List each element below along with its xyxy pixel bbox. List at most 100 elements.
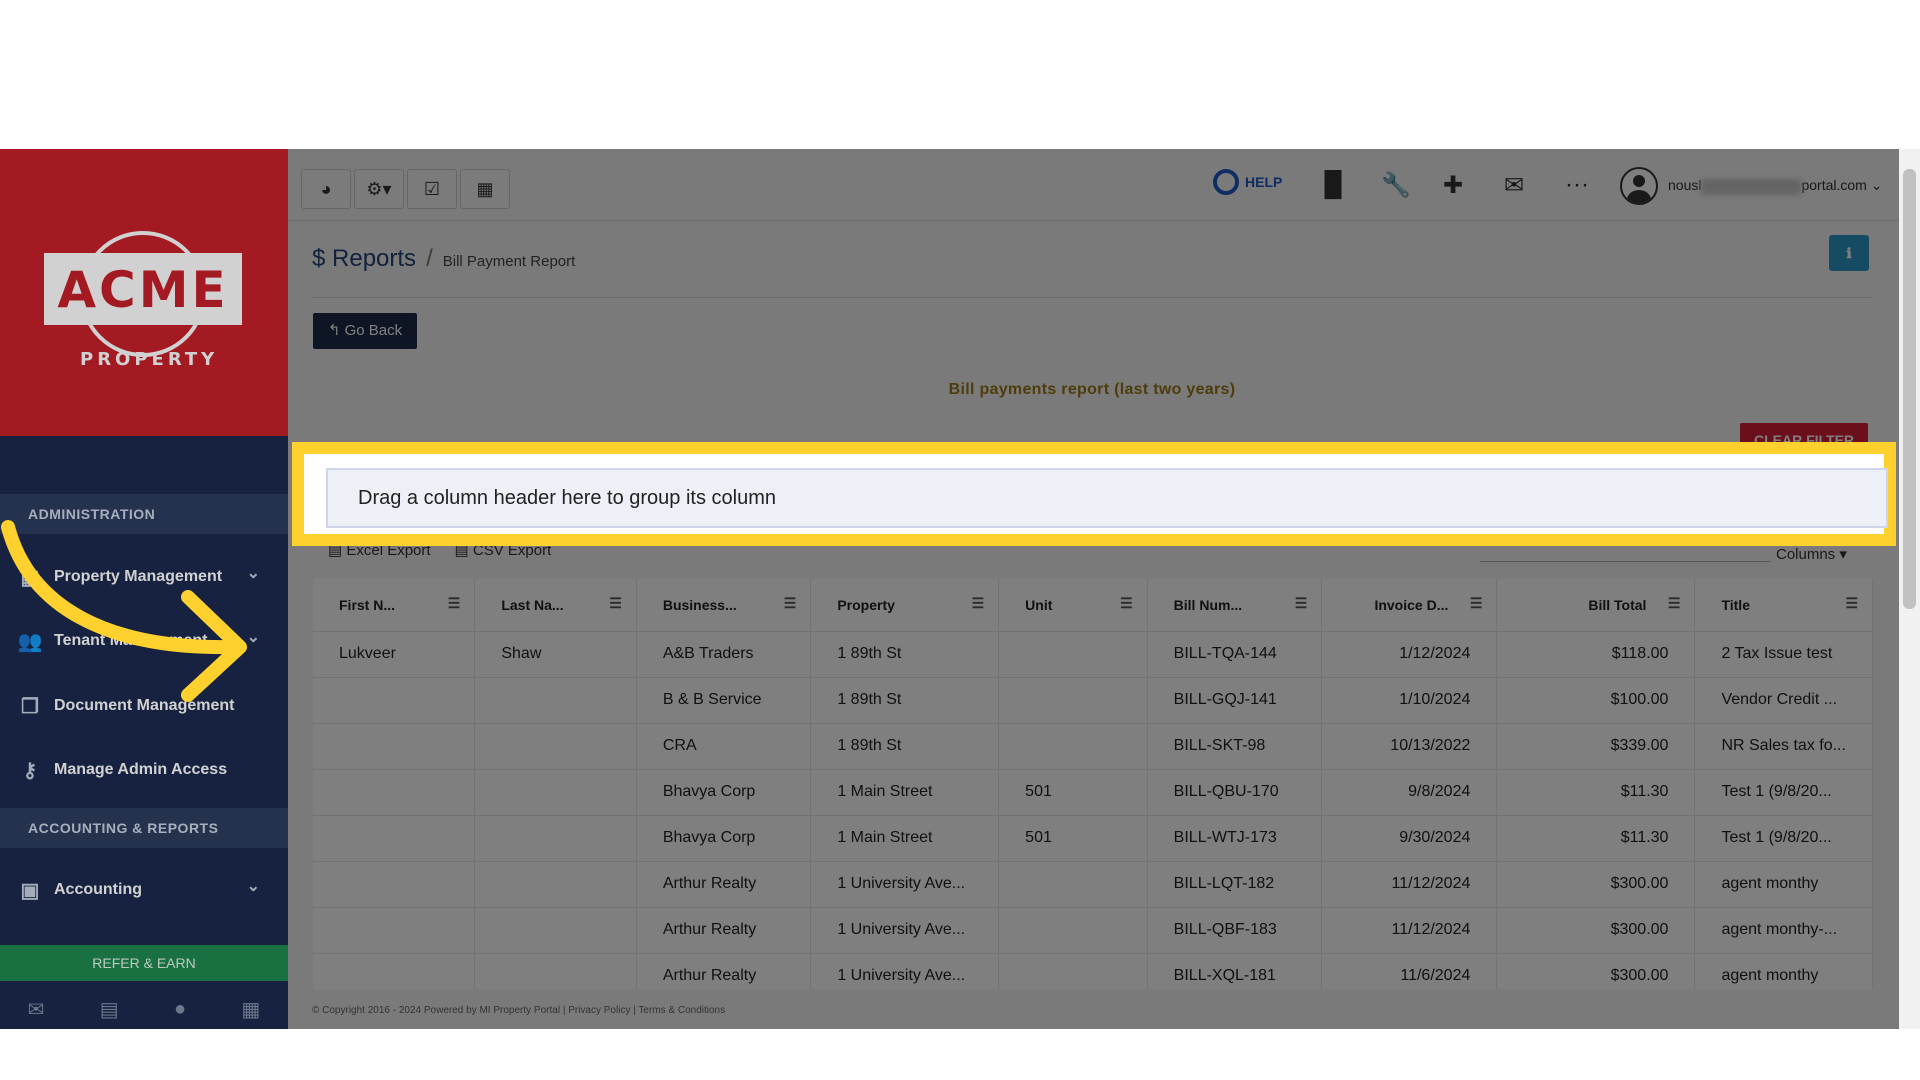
plus-icon[interactable]: ✚: [1443, 171, 1463, 200]
column-header[interactable]: Business...☰: [636, 579, 811, 631]
table-cell: $300.00: [1497, 907, 1695, 953]
column-header[interactable]: Property☰: [811, 579, 999, 631]
column-header[interactable]: Unit☰: [999, 579, 1148, 631]
table-row[interactable]: Bhavya Corp1 Main Street501BILL-QBU-1709…: [313, 769, 1873, 815]
table-cell: [999, 631, 1148, 677]
table-row[interactable]: LukveerShawA&B Traders1 89th StBILL-TQA-…: [313, 631, 1873, 677]
column-header[interactable]: Bill Num...☰: [1147, 579, 1322, 631]
table-cell: [999, 953, 1148, 989]
table-cell: Bhavya Corp: [636, 815, 811, 861]
filter-icon[interactable]: ☰: [1668, 595, 1681, 612]
table-row[interactable]: Bhavya Corp1 Main Street501BILL-WTJ-1739…: [313, 815, 1873, 861]
logo: ACME: [44, 253, 242, 325]
filter-icon[interactable]: ☰: [1845, 595, 1858, 612]
table-cell: [313, 769, 475, 815]
mail-icon[interactable]: ✉: [28, 997, 45, 1022]
table-cell: [475, 769, 636, 815]
group-panel[interactable]: Drag a column header here to group its c…: [326, 468, 1888, 528]
avatar: [1620, 167, 1658, 205]
breadcrumb: $ Reports / Bill Payment Report: [312, 245, 575, 273]
go-back-button[interactable]: ↰ Go Back: [313, 313, 417, 349]
table-cell: $100.00: [1497, 677, 1695, 723]
logo-area[interactable]: ACME PROPERTY: [0, 149, 288, 436]
column-header[interactable]: Invoice D...☰: [1322, 579, 1497, 631]
table-cell: BILL-XQL-181: [1147, 953, 1322, 989]
filter-icon[interactable]: ☰: [972, 595, 985, 612]
grid-header-row: First N...☰Last Na...☰Business...☰Proper…: [313, 579, 1873, 631]
help-label: HELP: [1245, 174, 1282, 190]
table-cell: $300.00: [1497, 953, 1695, 989]
user-menu[interactable]: nouslportal.com ⌄: [1620, 167, 1882, 205]
filter-icon[interactable]: ☰: [1295, 595, 1308, 612]
column-header[interactable]: Last Na...☰: [475, 579, 636, 631]
refer-earn-button[interactable]: REFER & EARN: [0, 945, 288, 981]
table-cell: [313, 815, 475, 861]
table-row[interactable]: CRA1 89th StBILL-SKT-9810/13/2022$339.00…: [313, 723, 1873, 769]
wrench-icon[interactable]: 🔧: [1381, 171, 1411, 200]
search-input[interactable]: [1480, 561, 1770, 562]
table-cell: [313, 723, 475, 769]
app-window: ACME PROPERTY ADMINISTRATION ▦ Property …: [0, 149, 1920, 1029]
table-cell: Arthur Realty: [636, 953, 811, 989]
gear-icon[interactable]: ⚙▾: [354, 169, 404, 209]
table-cell: 11/12/2024: [1322, 861, 1497, 907]
filter-icon[interactable]: ☰: [1120, 595, 1133, 612]
bar-chart-icon[interactable]: ▐▌: [1316, 171, 1350, 199]
mail-icon[interactable]: ✉: [1504, 171, 1524, 200]
column-header[interactable]: First N...☰: [313, 579, 475, 631]
table-row[interactable]: Arthur Realty1 University Ave...BILL-XQL…: [313, 953, 1873, 989]
table-cell: [475, 861, 636, 907]
table-cell: [313, 907, 475, 953]
columns-button[interactable]: Columns ▾: [1776, 545, 1847, 563]
breadcrumb-reports[interactable]: $ Reports: [312, 245, 416, 273]
table-cell: [475, 815, 636, 861]
sidebar-item-label: Accounting: [54, 881, 142, 899]
scrollbar-thumb[interactable]: [1903, 169, 1916, 609]
table-cell: Test 1 (9/8/20...: [1695, 815, 1873, 861]
table-cell: 11/6/2024: [1322, 953, 1497, 989]
table-cell: 1/12/2024: [1322, 631, 1497, 677]
filter-icon[interactable]: ☰: [609, 595, 622, 612]
table-cell: [313, 953, 475, 989]
table-cell: BILL-LQT-182: [1147, 861, 1322, 907]
person-icon[interactable]: ●: [174, 998, 186, 1021]
filter-icon[interactable]: ☰: [1470, 595, 1483, 612]
column-header[interactable]: Title☰: [1695, 579, 1873, 631]
calculator-icon[interactable]: ▦: [241, 997, 260, 1022]
more-icon[interactable]: ···: [1565, 171, 1589, 199]
scrollbar[interactable]: [1899, 149, 1920, 1029]
column-header[interactable]: Bill Total☰: [1497, 579, 1695, 631]
table-cell: 501: [999, 769, 1148, 815]
table-row[interactable]: B & B Service1 89th StBILL-GQJ-1411/10/2…: [313, 677, 1873, 723]
table-cell: $11.30: [1497, 769, 1695, 815]
table-cell: BILL-SKT-98: [1147, 723, 1322, 769]
table-cell: 1 89th St: [811, 723, 999, 769]
table-cell: 1 89th St: [811, 631, 999, 677]
table-cell: Shaw: [475, 631, 636, 677]
sidebar-bottom-bar: ✉ ▤ ● ▦: [0, 989, 288, 1029]
table-cell: 2 Tax Issue test: [1695, 631, 1873, 677]
sidebar-item-accounting[interactable]: ▣ Accounting ⌄: [0, 862, 288, 918]
info-button[interactable]: ℹ: [1829, 235, 1869, 271]
filter-icon[interactable]: ☰: [448, 595, 461, 612]
table-row[interactable]: Arthur Realty1 University Ave...BILL-LQT…: [313, 861, 1873, 907]
table-cell: 1 University Ave...: [811, 907, 999, 953]
divider: [312, 297, 1872, 298]
report-title: Bill payments report (last two years): [312, 381, 1872, 399]
user-email: nouslportal.com ⌄: [1668, 177, 1882, 194]
table-cell: 10/13/2022: [1322, 723, 1497, 769]
table-cell: BILL-WTJ-173: [1147, 815, 1322, 861]
table-cell: Lukveer: [313, 631, 475, 677]
briefcase-icon[interactable]: ▤: [100, 997, 119, 1022]
calculator-icon[interactable]: ▦: [460, 169, 510, 209]
table-row[interactable]: Arthur Realty1 University Ave...BILL-QBF…: [313, 907, 1873, 953]
dashboard-icon[interactable]: ◕: [301, 169, 351, 209]
table-cell: 9/30/2024: [1322, 815, 1497, 861]
filter-icon[interactable]: ☰: [784, 595, 797, 612]
sidebar-item-manage-admin-access[interactable]: ⚷ Manage Admin Access: [0, 742, 288, 798]
table-cell: [313, 861, 475, 907]
help-button[interactable]: HELP: [1213, 169, 1282, 195]
calendar-icon[interactable]: ☑: [407, 169, 457, 209]
chevron-down-icon: ⌄: [247, 876, 260, 896]
key-icon: ⚷: [16, 758, 44, 783]
